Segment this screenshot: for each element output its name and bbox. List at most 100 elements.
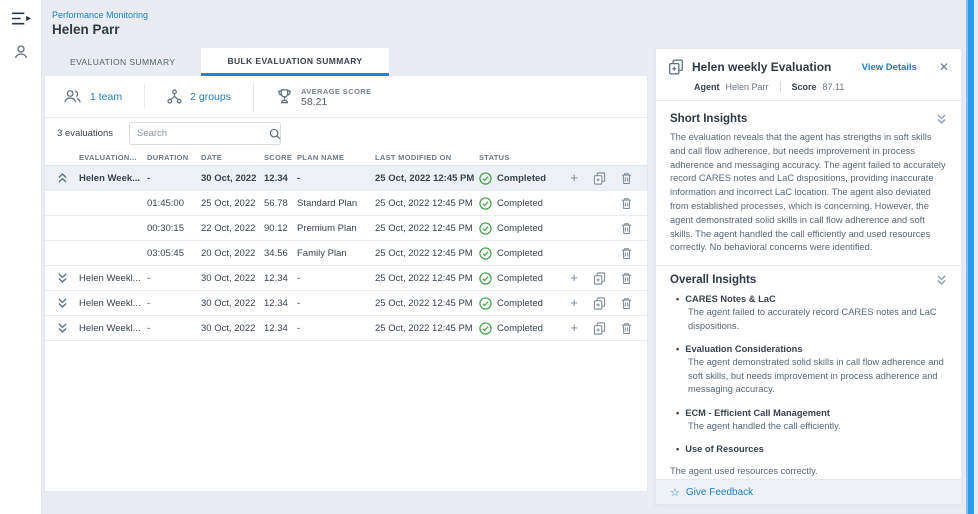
add-evaluation-icon[interactable]: + (570, 323, 578, 333)
duration-value: 03:05:45 (147, 248, 201, 259)
delete-evaluation-icon[interactable] (621, 222, 632, 235)
search-icon[interactable] (269, 128, 281, 140)
status-label: Completed (497, 223, 543, 234)
column-header[interactable]: LAST MODIFIED ON (375, 153, 479, 162)
insight-text: The agent demonstrated solid skills in c… (688, 356, 947, 397)
tab-bulk-evaluation-summary[interactable]: BULK EVALUATION SUMMARY (201, 48, 388, 76)
completed-check-icon (479, 322, 492, 335)
view-details-link[interactable]: View Details (862, 62, 917, 73)
insight-title: Evaluation Considerations (676, 342, 947, 356)
score-value: 56.78 (264, 198, 297, 209)
give-feedback-button[interactable]: ☆ Give Feedback (656, 479, 961, 504)
breadcrumb[interactable]: Performance Monitoring (52, 10, 148, 20)
groups-stat[interactable]: 2 groups (144, 85, 253, 108)
delete-evaluation-icon[interactable] (621, 197, 632, 210)
column-header[interactable]: SCORE (264, 153, 297, 162)
table-body: Helen Week... - 30 Oct, 2022 12.34 - 25 … (45, 166, 647, 341)
agent-label: Agent (694, 82, 720, 92)
delete-evaluation-icon[interactable] (621, 172, 632, 185)
add-evaluation-icon[interactable]: + (570, 273, 578, 283)
column-header[interactable]: EVALUATION... (79, 153, 147, 162)
expand-row-icon[interactable] (57, 273, 68, 283)
last-modified-value: 25 Oct, 2022 12:45 PM (375, 323, 479, 334)
column-header[interactable]: PLAN NAME (297, 153, 375, 162)
last-modified-value: 25 Oct, 2022 12:45 PM (375, 198, 479, 209)
expand-menu-button[interactable] (0, 3, 42, 33)
overall-insights-list: CARES Notes & LaC The agent failed to ac… (670, 292, 947, 456)
evaluation-card: EVALUATION SUMMARY BULK EVALUATION SUMMA… (44, 48, 648, 492)
plan-name-value: - (297, 298, 375, 309)
completed-check-icon (479, 297, 492, 310)
delete-evaluation-icon[interactable] (621, 322, 632, 335)
copy-evaluation-icon[interactable] (593, 272, 606, 285)
collapse-short-insights-icon[interactable] (936, 114, 947, 124)
vertical-scrollbar[interactable] (966, 0, 974, 514)
panel-content: Short Insights The evaluation reveals th… (656, 101, 961, 501)
table-row[interactable]: Helen Weekl... - 30 Oct, 2022 12.34 - 25… (45, 266, 647, 291)
evaluation-name: Helen Weekl... (79, 323, 147, 334)
score-value: 34.56 (264, 248, 297, 259)
completed-check-icon (479, 197, 492, 210)
insight-plain-text: The agent used resources correctly. (670, 465, 947, 479)
insight-text: The agent failed to accurately record CA… (688, 306, 947, 333)
plan-name-value: - (297, 173, 375, 184)
tab-evaluation-summary[interactable]: EVALUATION SUMMARY (44, 48, 201, 76)
section-divider (656, 265, 961, 266)
column-header[interactable]: STATUS (479, 153, 561, 162)
user-icon (13, 44, 29, 60)
copy-evaluation-icon[interactable] (593, 172, 606, 185)
status-label: Completed (497, 173, 546, 184)
search-box[interactable] (129, 122, 281, 145)
expand-row-icon[interactable] (57, 323, 68, 333)
column-header[interactable]: DATE (201, 153, 264, 162)
average-score-value: 58.21 (301, 97, 372, 108)
table-row[interactable]: 00:30:15 22 Oct, 2022 90.12 Premium Plan… (45, 216, 647, 241)
panel-header: Helen weekly Evaluation View Details ✕ A… (656, 49, 961, 101)
insight-item: ECM - Efficient Call Management The agen… (676, 406, 947, 434)
completed-check-icon (479, 272, 492, 285)
team-stat[interactable]: 1 team (63, 85, 144, 108)
status-label: Completed (497, 323, 543, 334)
status-label: Completed (497, 273, 543, 284)
table-row[interactable]: Helen Weekl... - 30 Oct, 2022 12.34 - 25… (45, 291, 647, 316)
groups-count-link[interactable]: 2 groups (190, 91, 231, 103)
column-header[interactable]: DURATION (147, 153, 201, 162)
insight-text: The agent handled the call efficiently. (688, 420, 947, 434)
table-row[interactable]: 03:05:45 20 Oct, 2022 34.56 Family Plan … (45, 241, 647, 266)
delete-evaluation-icon[interactable] (621, 247, 632, 260)
copy-evaluation-icon[interactable] (593, 322, 606, 335)
star-icon: ☆ (670, 486, 680, 499)
panel-title: Helen weekly Evaluation (692, 60, 854, 74)
evaluation-name: Helen Week... (79, 173, 147, 184)
add-evaluation-icon[interactable]: + (570, 173, 578, 183)
give-feedback-label: Give Feedback (686, 487, 753, 498)
last-modified-value: 25 Oct, 2022 12:45 PM (375, 248, 479, 259)
delete-evaluation-icon[interactable] (621, 297, 632, 310)
insight-item: CARES Notes & LaC The agent failed to ac… (676, 292, 947, 333)
close-icon[interactable]: ✕ (939, 60, 949, 74)
collapse-overall-insights-icon[interactable] (936, 275, 947, 285)
table-row[interactable]: Helen Weekl... - 30 Oct, 2022 12.34 - 25… (45, 316, 647, 341)
insight-item: Evaluation Considerations The agent demo… (676, 342, 947, 397)
search-input[interactable] (137, 128, 269, 139)
user-nav-button[interactable] (0, 37, 42, 67)
delete-evaluation-icon[interactable] (621, 272, 632, 285)
status-label: Completed (497, 198, 543, 209)
table-row[interactable]: Helen Week... - 30 Oct, 2022 12.34 - 25 … (45, 166, 647, 191)
copy-evaluation-icon[interactable] (593, 297, 606, 310)
collapse-row-icon[interactable] (57, 173, 68, 183)
team-count-link[interactable]: 1 team (90, 91, 122, 103)
meta-divider (780, 81, 781, 92)
score-label: Score (792, 82, 817, 92)
table-row[interactable]: 01:45:00 25 Oct, 2022 56.78 Standard Pla… (45, 191, 647, 216)
last-modified-value: 25 Oct, 2022 12:45 PM (375, 173, 479, 184)
date-value: 25 Oct, 2022 (201, 198, 264, 209)
evaluation-detail-panel: Helen weekly Evaluation View Details ✕ A… (655, 48, 962, 505)
short-insights-text: The evaluation reveals that the agent ha… (670, 131, 947, 255)
expand-row-icon[interactable] (57, 298, 68, 308)
date-value: 20 Oct, 2022 (201, 248, 264, 259)
tab-strip: EVALUATION SUMMARY BULK EVALUATION SUMMA… (44, 48, 648, 76)
evaluations-count: 3 evaluations (57, 128, 113, 139)
score-value: 87.11 (823, 82, 845, 92)
add-evaluation-icon[interactable]: + (570, 298, 578, 308)
